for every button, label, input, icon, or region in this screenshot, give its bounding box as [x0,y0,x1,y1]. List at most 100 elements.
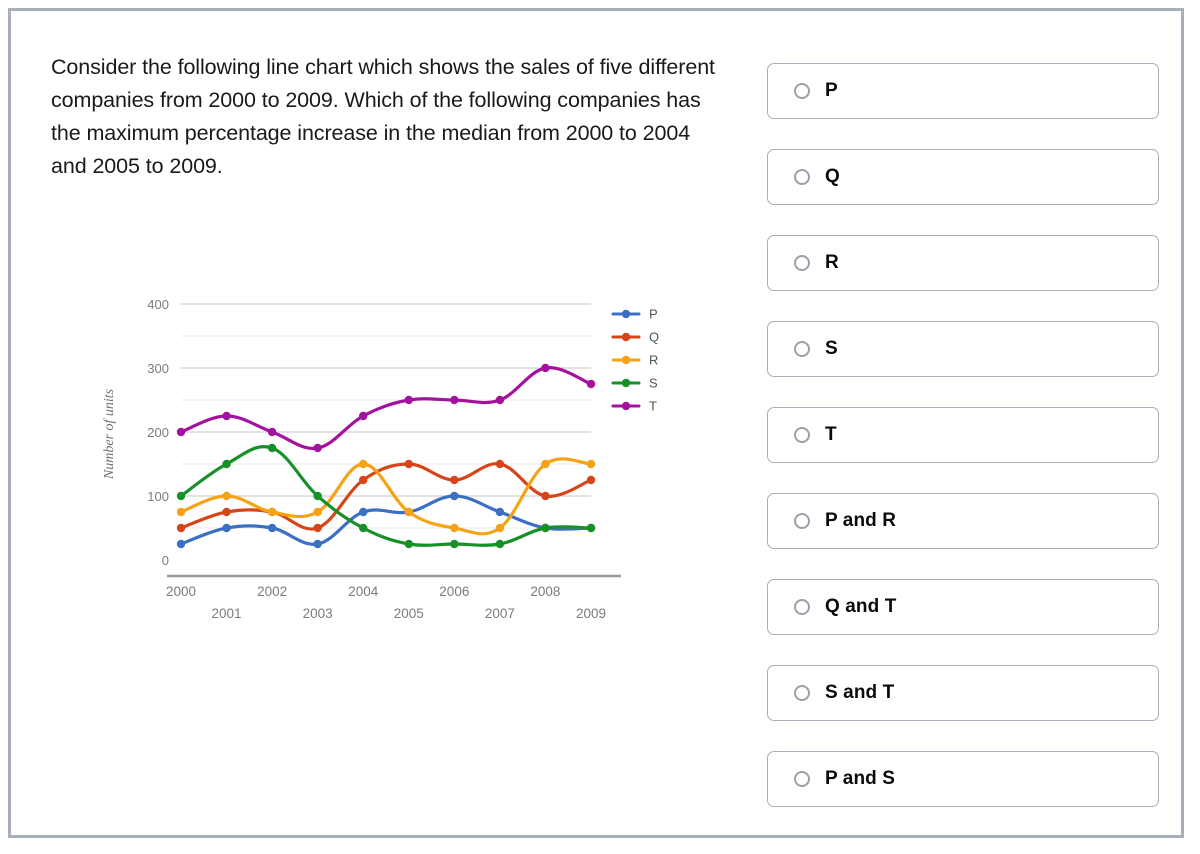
data-point-T-2001 [222,411,231,421]
y-axis-title: Number of units [102,388,117,480]
data-point-Q-2003 [313,523,322,533]
option-opt-r[interactable]: R [767,235,1159,291]
option-label: P and R [825,510,897,531]
data-point-T-2003 [313,443,322,453]
data-point-R-2009 [586,459,596,469]
x-axis-tick-label: 2009 [576,606,606,621]
data-point-Q-2007 [495,459,505,469]
data-point-T-2008 [541,363,550,373]
data-point-R-2008 [541,459,550,469]
y-axis-tick-label: 200 [147,425,169,440]
series-line-T [179,366,593,450]
data-point-S-2001 [222,459,231,469]
x-axis-tick-label: 2002 [257,584,287,599]
y-axis-tick-label: 100 [147,489,169,504]
data-point-T-2004 [359,411,368,421]
legend-label-R: R [649,353,658,368]
data-point-Q-2004 [359,475,368,485]
page-frame: Consider the following line chart which … [8,8,1184,838]
radio-button-icon[interactable] [794,599,810,615]
data-point-P-2006 [450,491,459,501]
data-point-Q-2001 [222,507,231,517]
option-opt-s[interactable]: S [767,321,1159,377]
data-point-T-2002 [267,427,277,437]
option-label: S and T [825,682,895,703]
radio-button-icon[interactable] [794,255,810,271]
option-opt-p-and-r[interactable]: P and R [767,493,1159,549]
data-point-R-2007 [495,523,505,533]
option-label: T [825,424,837,445]
data-point-Q-2006 [450,475,459,485]
radio-button-icon[interactable] [794,169,810,185]
data-point-R-2002 [267,507,277,517]
data-point-T-2006 [450,395,459,405]
data-point-S-2002 [267,443,277,453]
data-point-T-2000 [176,427,186,437]
radio-button-icon[interactable] [794,427,810,443]
legend-marker-T [621,401,631,411]
option-opt-q[interactable]: Q [767,149,1159,205]
data-point-S-2009 [586,523,596,533]
answer-options-list: P Q R S T P and R Q and T S and T P and S [767,63,1159,807]
data-point-S-2008 [541,523,550,533]
option-label: Q and T [825,596,897,617]
x-axis-tick-label: 2004 [348,584,379,599]
data-point-P-2001 [222,523,231,533]
legend-marker-P [621,309,631,319]
y-axis-tick-label: 400 [147,297,169,312]
radio-button-icon[interactable] [794,341,810,357]
legend-label-T: T [649,399,657,414]
data-point-S-2003 [313,491,322,501]
data-point-R-2000 [176,507,186,517]
radio-button-icon[interactable] [794,771,810,787]
x-axis-tick-label: 2006 [439,584,469,599]
radio-button-icon[interactable] [794,83,810,99]
option-opt-p[interactable]: P [767,63,1159,119]
option-label: P and S [825,768,896,789]
option-opt-q-and-t[interactable]: Q and T [767,579,1159,635]
data-point-R-2006 [450,523,459,533]
data-point-T-2007 [495,395,505,405]
data-point-P-2002 [267,523,277,533]
option-opt-s-and-t[interactable]: S and T [767,665,1159,721]
legend-marker-R [621,355,631,365]
x-axis-tick-label: 2008 [530,584,560,599]
legend-label-Q: Q [649,330,659,345]
legend-label-P: P [649,307,658,322]
option-label: R [825,252,839,273]
question-text: Consider the following line chart which … [51,55,715,178]
option-opt-p-and-s[interactable]: P and S [767,751,1159,807]
data-point-S-2005 [404,539,413,549]
data-point-S-2007 [495,539,505,549]
y-axis-tick-label: 300 [147,361,169,376]
data-point-T-2009 [586,379,596,389]
data-point-P-2003 [313,539,322,549]
radio-button-icon[interactable] [794,685,810,701]
x-axis-tick-label: 2005 [394,606,424,621]
option-label: P [825,80,838,101]
data-point-R-2004 [359,459,368,469]
radio-button-icon[interactable] [794,513,810,529]
data-point-S-2006 [450,539,459,549]
legend-marker-Q [621,332,631,342]
y-axis-tick-label: 0 [162,553,169,568]
option-opt-t[interactable]: T [767,407,1159,463]
option-label: S [825,338,838,359]
data-point-R-2001 [222,491,231,501]
x-axis-tick-label: 2000 [166,584,196,599]
x-axis-tick-label: 2001 [212,606,242,621]
data-point-P-2004 [359,507,368,517]
legend-label-S: S [649,376,658,391]
option-label: Q [825,166,840,187]
data-point-Q-2008 [541,491,550,501]
line-chart: 0 100 200 300 400 Number of units 2000 2001 2002… [91,286,711,646]
data-point-Q-2000 [176,523,186,533]
x-axis-tick-label: 2007 [485,606,515,621]
data-point-Q-2009 [586,475,596,485]
data-point-R-2005 [404,507,413,517]
data-point-P-2007 [495,507,505,517]
question-pane: Consider the following line chart which … [51,51,741,811]
data-point-P-2000 [176,539,186,549]
data-point-T-2005 [404,395,413,405]
data-point-R-2003 [313,507,322,517]
